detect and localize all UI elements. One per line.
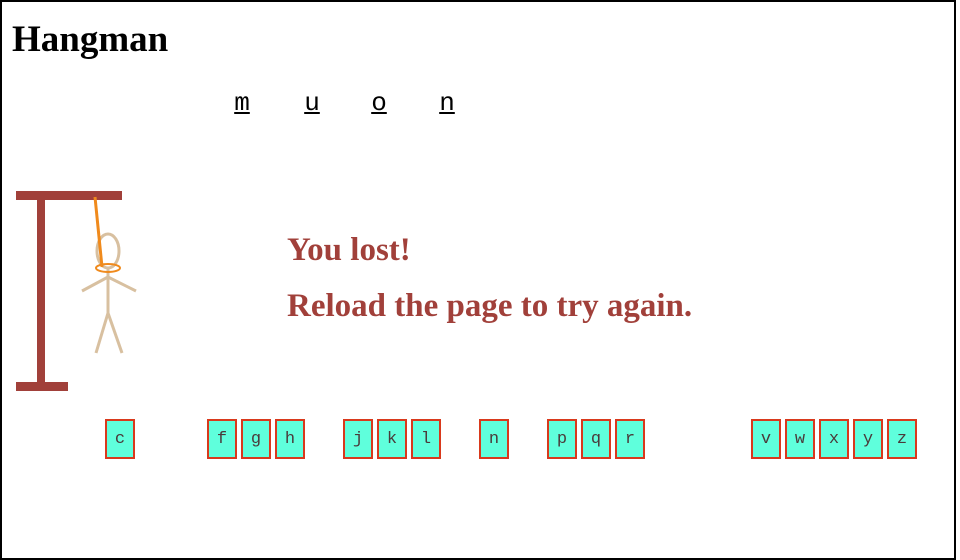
word-letter: n (439, 88, 455, 118)
letter-button-y[interactable]: y (853, 419, 883, 459)
hanged-left-leg (94, 312, 110, 354)
gallows-beam (16, 191, 122, 200)
letter-button-c[interactable]: c (105, 419, 135, 459)
game-over-message: You lost! Reload the page to try again. (287, 222, 692, 334)
page-title: Hangman (12, 19, 169, 60)
reload-message: Reload the page to try again. (287, 288, 693, 324)
letter-button-r[interactable]: r (615, 419, 645, 459)
word-letter: m (234, 88, 250, 118)
word-letter: o (371, 88, 387, 118)
lost-message: You lost! (287, 232, 411, 268)
gallows-post (37, 191, 45, 391)
hanged-left-arm (81, 275, 109, 293)
word-letter: u (304, 88, 320, 118)
letter-button-h[interactable]: h (275, 419, 305, 459)
letter-button-q[interactable]: q (581, 419, 611, 459)
letter-button-p[interactable]: p (547, 419, 577, 459)
letter-button-n[interactable]: n (479, 419, 509, 459)
letter-button-k[interactable]: k (377, 419, 407, 459)
letter-button-l[interactable]: l (411, 419, 441, 459)
gallows-base (16, 382, 68, 391)
letter-button-x[interactable]: x (819, 419, 849, 459)
letter-button-z[interactable]: z (887, 419, 917, 459)
hanged-right-arm (107, 275, 137, 293)
hanged-right-leg (106, 312, 124, 354)
letter-button-v[interactable]: v (751, 419, 781, 459)
letter-button-w[interactable]: w (785, 419, 815, 459)
letter-button-f[interactable]: f (207, 419, 237, 459)
letter-button-g[interactable]: g (241, 419, 271, 459)
letter-button-j[interactable]: j (343, 419, 373, 459)
gallows-drawing (16, 191, 137, 391)
